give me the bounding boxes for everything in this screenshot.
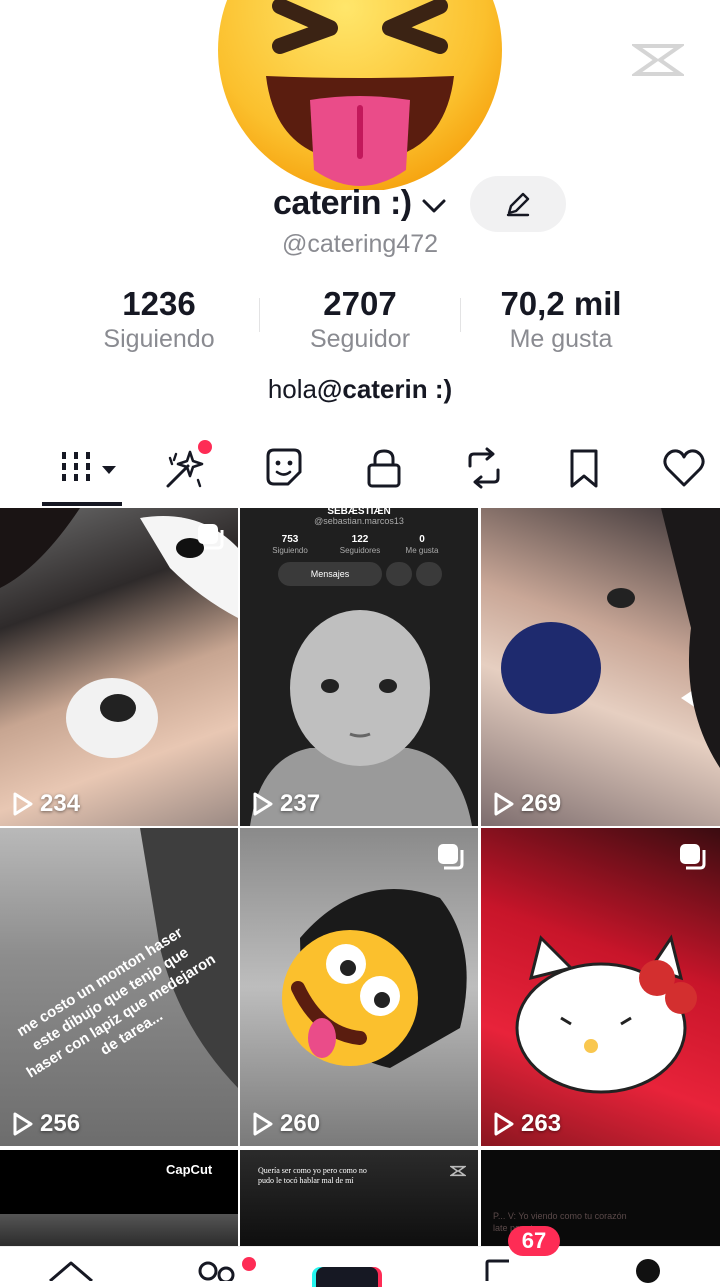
lock-icon [367, 449, 401, 488]
friends-icon[interactable] [196, 1253, 238, 1281]
video-thumbnail[interactable]: 263 [481, 828, 720, 1146]
multi-photo-icon [680, 844, 706, 870]
user-handle: @catering472 [281, 230, 439, 258]
notification-dot [242, 1257, 256, 1271]
thumbnail-art [515, 934, 697, 1094]
inner-profile-handle: @sebastian.marcos13 [314, 516, 404, 526]
heart-icon [663, 449, 705, 487]
play-icon [253, 792, 273, 816]
view-count: 260 [252, 1110, 320, 1138]
tab-effects[interactable] [142, 432, 222, 504]
video-thumbnail[interactable]: 260 [240, 828, 478, 1146]
sparkle-icon [166, 450, 204, 488]
play-icon [13, 1112, 33, 1136]
thumbnail-art [0, 508, 238, 758]
repost-icon [468, 447, 500, 489]
pencil-icon [506, 192, 530, 217]
inner-stat-value: 122 [351, 534, 369, 545]
video-thumbnail[interactable]: 269 [481, 508, 720, 826]
multi-photo-icon [438, 844, 464, 870]
inner-message-button: Mensajes [278, 562, 382, 586]
multi-photo-icon [198, 524, 224, 550]
create-button[interactable] [316, 1267, 378, 1287]
inbox-icon[interactable] [484, 1259, 514, 1281]
view-count: 234 [12, 790, 80, 818]
profile-bio: hola@caterin :) [0, 374, 720, 405]
display-name[interactable]: caterin :) [273, 184, 412, 223]
tab-reposts[interactable] [442, 432, 522, 504]
play-icon [253, 1112, 273, 1136]
stat-likes[interactable]: 70,2 mil Me gusta [461, 284, 661, 354]
sticker-icon [266, 448, 302, 486]
capcut-icon [450, 1165, 466, 1177]
stat-followers[interactable]: 2707 Seguidor [260, 284, 460, 354]
video-caption: Quería ser como yo pero como no pudo le … [258, 1166, 367, 1185]
inner-stat-label: Seguidores [339, 546, 381, 555]
bio-text: hola [267, 374, 317, 404]
video-thumbnail[interactable]: CapCut [0, 1150, 238, 1248]
edit-profile-button[interactable] [470, 176, 566, 232]
stat-label: Me gusta [509, 325, 613, 353]
tab-liked[interactable] [642, 432, 720, 504]
play-icon [494, 792, 514, 816]
capcut-watermark-icon [629, 38, 687, 82]
profile-stats: 1236 Siguiendo 2707 Seguidor 70,2 mil Me… [0, 284, 720, 364]
view-count: 237 [252, 790, 320, 818]
home-icon[interactable] [46, 1259, 96, 1281]
grid-icon [62, 452, 116, 484]
play-icon [13, 792, 33, 816]
inner-stat-value: 0 [419, 534, 425, 545]
thumbnail-art [501, 508, 720, 768]
view-count: 256 [12, 1110, 80, 1138]
view-count: 263 [493, 1110, 561, 1138]
chevron-down-icon[interactable] [420, 192, 448, 220]
video-thumbnail[interactable]: 234 [0, 508, 238, 826]
stat-value: 1236 [122, 285, 196, 322]
inner-stat-label: Me gusta [405, 546, 439, 555]
active-tab-indicator [42, 502, 122, 506]
profile-tabs [0, 432, 720, 508]
notification-dot [198, 440, 212, 454]
inbox-badge: 67 [508, 1226, 560, 1256]
tab-stickers[interactable] [242, 432, 322, 504]
bottom-navigation [0, 1246, 720, 1287]
profile-nav-avatar[interactable] [636, 1259, 660, 1283]
video-thumbnail[interactable]: Quería ser como yo pero como no pudo le … [240, 1150, 478, 1248]
inner-follow-button [386, 562, 412, 586]
tab-videos[interactable] [42, 432, 132, 504]
stat-label: Seguidor [309, 325, 411, 353]
video-grid: 234 SEBÆSTIÆN @sebastian.marcos13 753 Si… [0, 508, 720, 1248]
tab-favorites[interactable] [542, 432, 622, 504]
stat-value: 2707 [323, 285, 397, 322]
bookmark-icon [570, 449, 598, 488]
play-icon [494, 1112, 514, 1136]
video-thumbnail[interactable]: SEBÆSTIÆN @sebastian.marcos13 753 Siguie… [240, 508, 478, 826]
tab-private[interactable] [342, 432, 422, 504]
view-count: 269 [493, 790, 561, 818]
inner-more-button [416, 562, 442, 586]
stat-following[interactable]: 1236 Siguiendo [59, 284, 259, 354]
profile-avatar[interactable] [218, 0, 502, 192]
bio-mention[interactable]: @caterin :) [317, 374, 452, 404]
stat-value: 70,2 mil [500, 285, 622, 322]
stat-label: Siguiendo [103, 325, 215, 353]
inner-stat-value: 753 [281, 534, 299, 545]
thumbnail-art [0, 1214, 238, 1248]
capcut-label: CapCut [166, 1162, 213, 1177]
inner-stat-label: Siguiendo [272, 546, 308, 555]
video-thumbnail[interactable]: me costo un monton haser este dibujo que… [0, 828, 238, 1146]
name-row: caterin :) [0, 176, 720, 232]
thumbnail-art [282, 889, 467, 1068]
